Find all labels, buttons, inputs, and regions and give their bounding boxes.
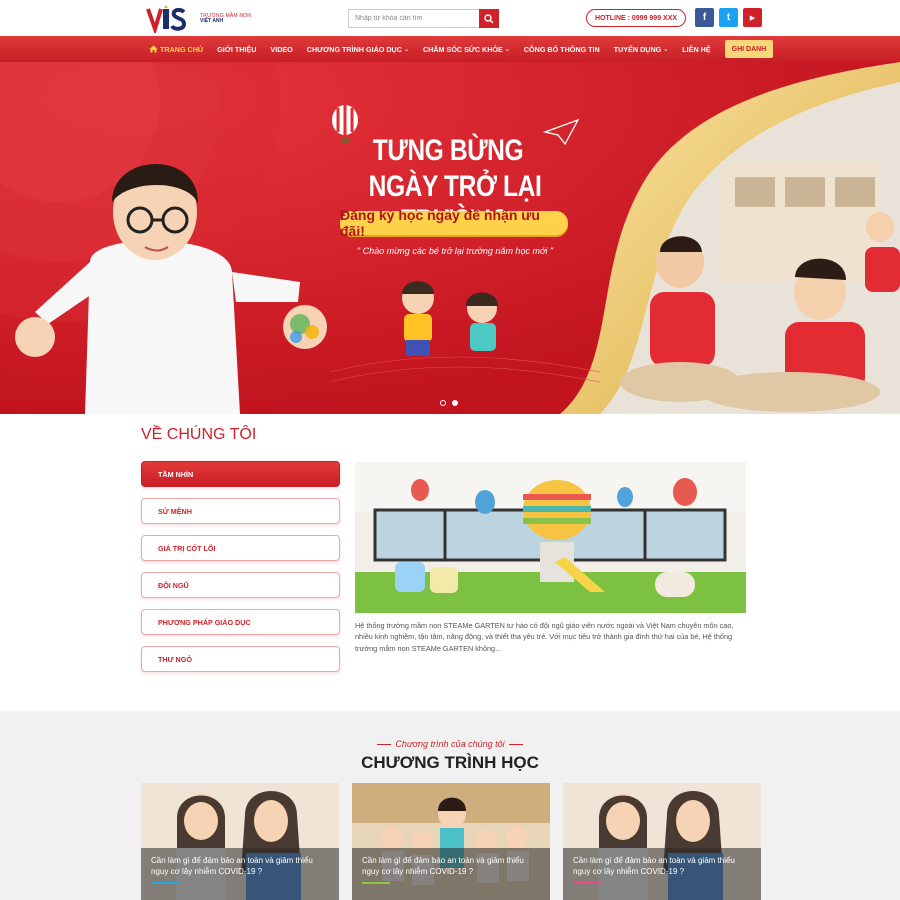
twitter-icon[interactable]: t xyxy=(719,8,738,27)
card-title[interactable]: Cần làm gì để đảm bảo an toàn và giảm th… xyxy=(573,855,751,877)
nav-label: TUYỂN DỤNG xyxy=(613,44,662,54)
nav-label: LIÊN HỆ xyxy=(682,44,711,54)
nav-item-home[interactable]: TRANG CHỦ xyxy=(149,45,203,54)
card-caption: Cần làm gì để đảm bảo an toàn và giảm th… xyxy=(563,848,761,900)
tab-vision[interactable]: TẦM NHÌN xyxy=(141,461,340,487)
hero-banner[interactable]: TƯNG BỪNG NGÀY TRỞ LẠI TRƯỜNG Đăng ký họ… xyxy=(0,62,900,414)
chevron-down-icon: ⌄ xyxy=(403,46,409,53)
program-card[interactable]: Cần làm gì để đảm bảo an toàn và giảm th… xyxy=(563,783,761,900)
hero-title-line1: TƯNG BỪNG xyxy=(372,134,524,167)
about-tabs: TẦM NHÌN SỨ MỆNH GIÁ TRỊ CỐT LÕI ĐỘI NGŨ… xyxy=(141,461,340,683)
nav-label: GIỚI THIỆU xyxy=(217,44,257,54)
nav-item-about[interactable]: GIỚI THIỆU xyxy=(217,45,256,54)
nav-item-recruitment[interactable]: TUYỂN DỤNG ⌄ xyxy=(614,45,669,54)
search-bar xyxy=(348,9,499,28)
card-accent-bar xyxy=(362,882,390,884)
slider-dots xyxy=(440,400,458,406)
chevron-down-icon: ⌄ xyxy=(663,46,669,53)
tab-core-values[interactable]: GIÁ TRỊ CỐT LÕI xyxy=(141,535,340,561)
facebook-icon[interactable]: f xyxy=(695,8,714,27)
card-accent-bar xyxy=(151,882,179,884)
card-title[interactable]: Cần làm gì để đảm bảo an toàn và giảm th… xyxy=(151,855,329,877)
home-icon xyxy=(149,45,158,53)
youtube-icon[interactable]: ▶ xyxy=(743,8,762,27)
nav-item-disclosure[interactable]: CÔNG BỐ THÔNG TIN xyxy=(524,45,600,54)
programs-section: Chương trình của chúng tôi CHƯƠNG TRÌNH … xyxy=(0,711,900,900)
hero-subtitle: " Chào mừng các bé trở lại trường năm họ… xyxy=(356,246,554,256)
program-card[interactable]: Cần làm gì để đảm bảo an toàn và giảm th… xyxy=(352,783,550,900)
about-section-title: VỀ CHÚNG TÔI xyxy=(141,426,257,443)
search-input[interactable] xyxy=(348,9,479,28)
about-description: Hệ thống trường mầm non STEAMe GARTEN tự… xyxy=(355,621,734,653)
nav-item-video[interactable]: VIDEO xyxy=(270,45,292,54)
site-header: TRƯỜNG MẦM NON VIỆT ANH HOTLINE : 0999 9… xyxy=(0,0,900,36)
nav-label: CHƯƠNG TRÌNH GIÁO DỤC xyxy=(306,44,402,54)
nav-label: CHĂM SÓC SỨC KHỎE xyxy=(422,44,503,54)
card-caption: Cần làm gì để đảm bảo an toàn và giảm th… xyxy=(352,848,550,900)
nav-item-contact[interactable]: LIÊN HỆ xyxy=(682,45,710,54)
programs-subtitle-text: Chương trình của chúng tôi xyxy=(395,739,505,749)
card-caption: Cần làm gì để đảm bảo an toàn và giảm th… xyxy=(141,848,339,900)
search-icon xyxy=(484,13,494,23)
logo-mark xyxy=(146,5,196,36)
nav-item-health[interactable]: CHĂM SÓC SỨC KHỎE ⌄ xyxy=(423,45,510,54)
program-card[interactable]: Cần làm gì để đảm bảo an toàn và giảm th… xyxy=(141,783,339,900)
enroll-button[interactable]: GHI DANH xyxy=(724,40,774,58)
tab-team[interactable]: ĐỘI NGŨ xyxy=(141,572,340,598)
site-logo[interactable]: TRƯỜNG MẦM NON VIỆT ANH xyxy=(146,4,256,36)
nav-item-programs[interactable]: CHƯƠNG TRÌNH GIÁO DỤC ⌄ xyxy=(307,45,409,54)
decor-dash xyxy=(508,744,523,746)
tab-method[interactable]: PHƯƠNG PHÁP GIÁO DỤC xyxy=(141,609,340,635)
hero-promo-pill[interactable]: Đăng ký học ngay để nhận ưu đãi! xyxy=(340,207,568,239)
programs-subtitle: Chương trình của chúng tôi xyxy=(0,739,900,749)
card-title[interactable]: Cần làm gì để đảm bảo an toàn và giảm th… xyxy=(362,855,540,877)
decor-dash xyxy=(377,744,392,746)
social-links: f t ▶ xyxy=(695,8,762,27)
nav-label: VIDEO xyxy=(270,44,293,54)
nav-label: CÔNG BỐ THÔNG TIN xyxy=(523,44,600,54)
hotline-button[interactable]: HOTLINE : 0999 999 XXX xyxy=(586,9,686,27)
search-button[interactable] xyxy=(479,9,499,28)
slider-dot-active[interactable] xyxy=(452,400,458,406)
about-photo xyxy=(355,462,746,613)
tab-letter[interactable]: THƯ NGỎ xyxy=(141,646,340,672)
tab-mission[interactable]: SỨ MỆNH xyxy=(141,498,340,524)
nav-label: TRANG CHỦ xyxy=(160,44,204,54)
logo-line2: VIỆT ANH xyxy=(200,18,224,24)
slider-dot[interactable] xyxy=(440,400,446,406)
chevron-down-icon: ⌄ xyxy=(504,46,510,53)
main-nav: TRANG CHỦ GIỚI THIỆU VIDEO CHƯƠNG TRÌNH … xyxy=(0,36,900,62)
card-accent-bar xyxy=(573,882,601,884)
programs-title: CHƯƠNG TRÌNH HỌC xyxy=(361,753,539,772)
